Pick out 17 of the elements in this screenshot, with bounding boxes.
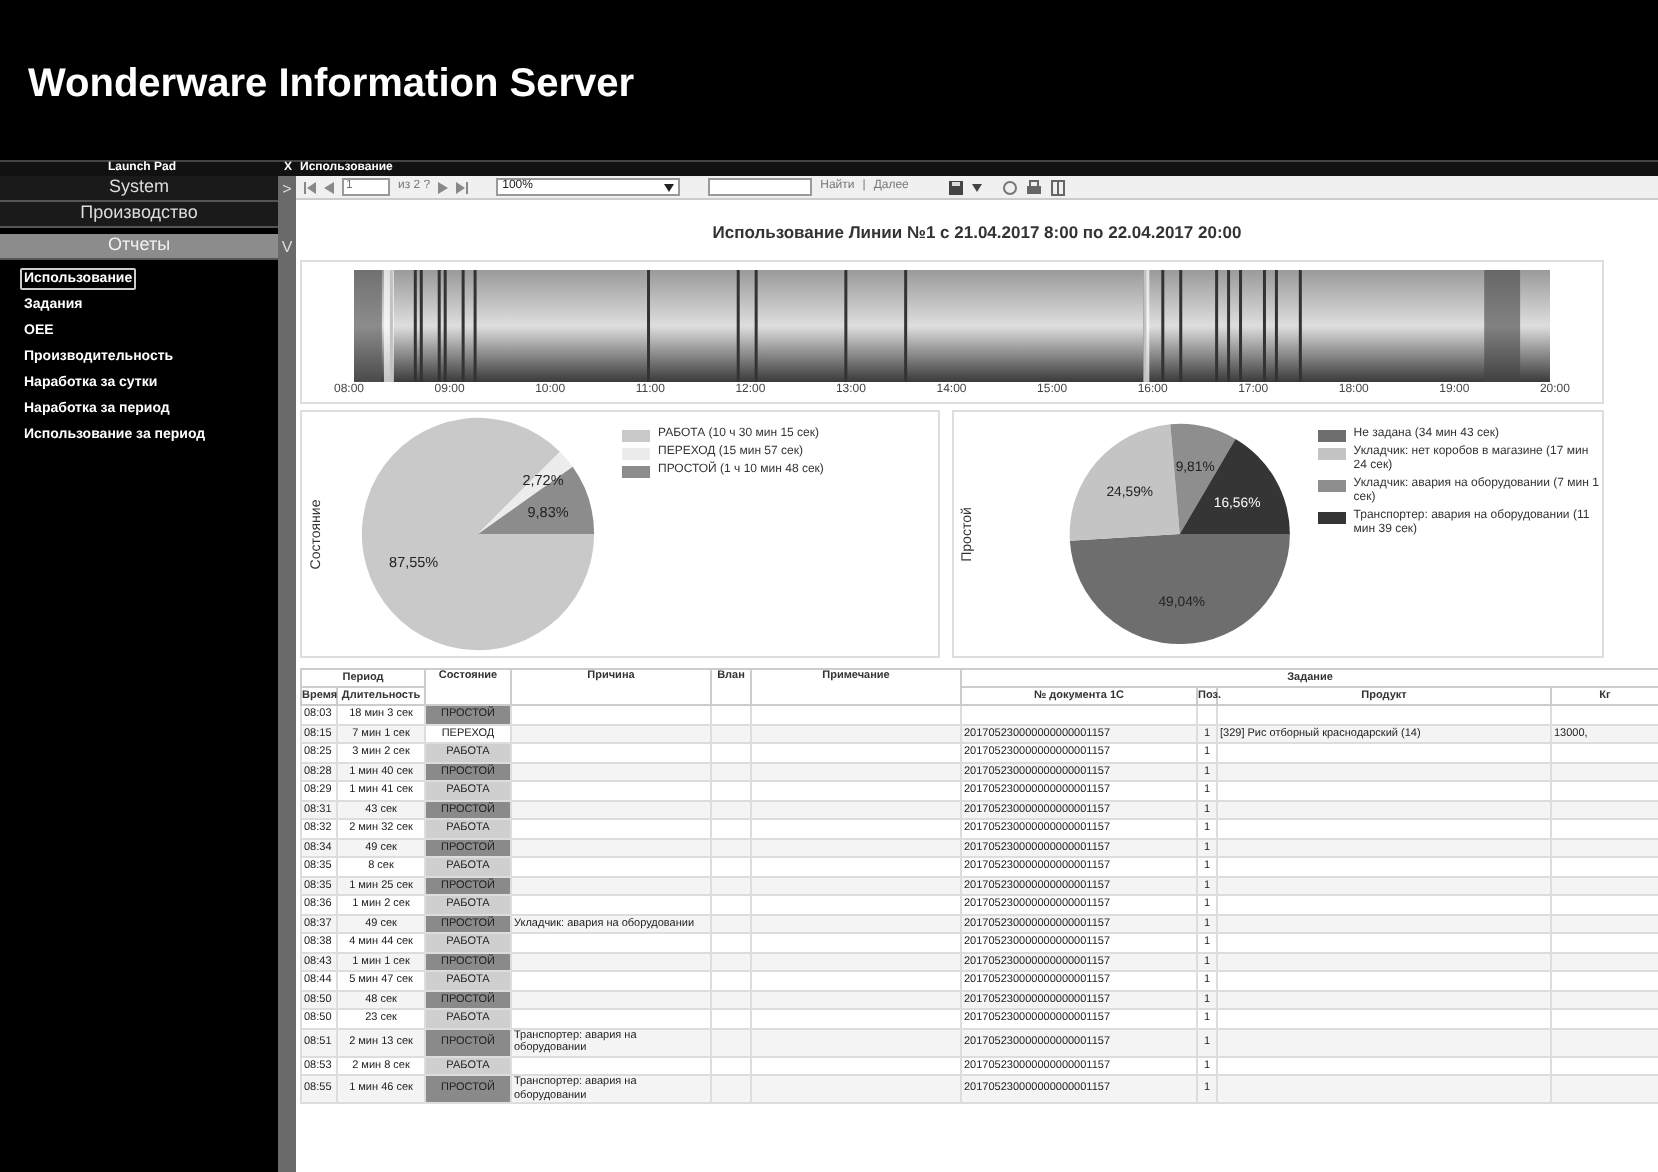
search-field[interactable] xyxy=(708,178,813,196)
next-page-icon[interactable] xyxy=(438,181,449,193)
first-page-icon[interactable] xyxy=(304,181,316,193)
last-page-icon[interactable] xyxy=(456,181,469,193)
page-icon[interactable] xyxy=(1050,179,1067,195)
sidebar-section[interactable]: Производство xyxy=(0,202,278,228)
previous-page-icon[interactable] xyxy=(324,181,334,193)
save-icon[interactable] xyxy=(948,179,965,195)
print-icon[interactable] xyxy=(1026,179,1043,195)
table-cell xyxy=(1197,705,1217,724)
caret-icon[interactable] xyxy=(972,183,983,191)
sidebar-section[interactable]: System xyxy=(0,176,278,202)
report-title: Использование Линии №1 с 21.04.2017 8:00 по 22.04.2017 20:00 xyxy=(712,222,1242,242)
refresh-icon[interactable] xyxy=(1002,179,1019,195)
app-title: Wonderware Information Server xyxy=(28,60,635,110)
section-toggle[interactable]: > xyxy=(282,176,292,202)
section-toggle[interactable]: V xyxy=(281,234,293,260)
